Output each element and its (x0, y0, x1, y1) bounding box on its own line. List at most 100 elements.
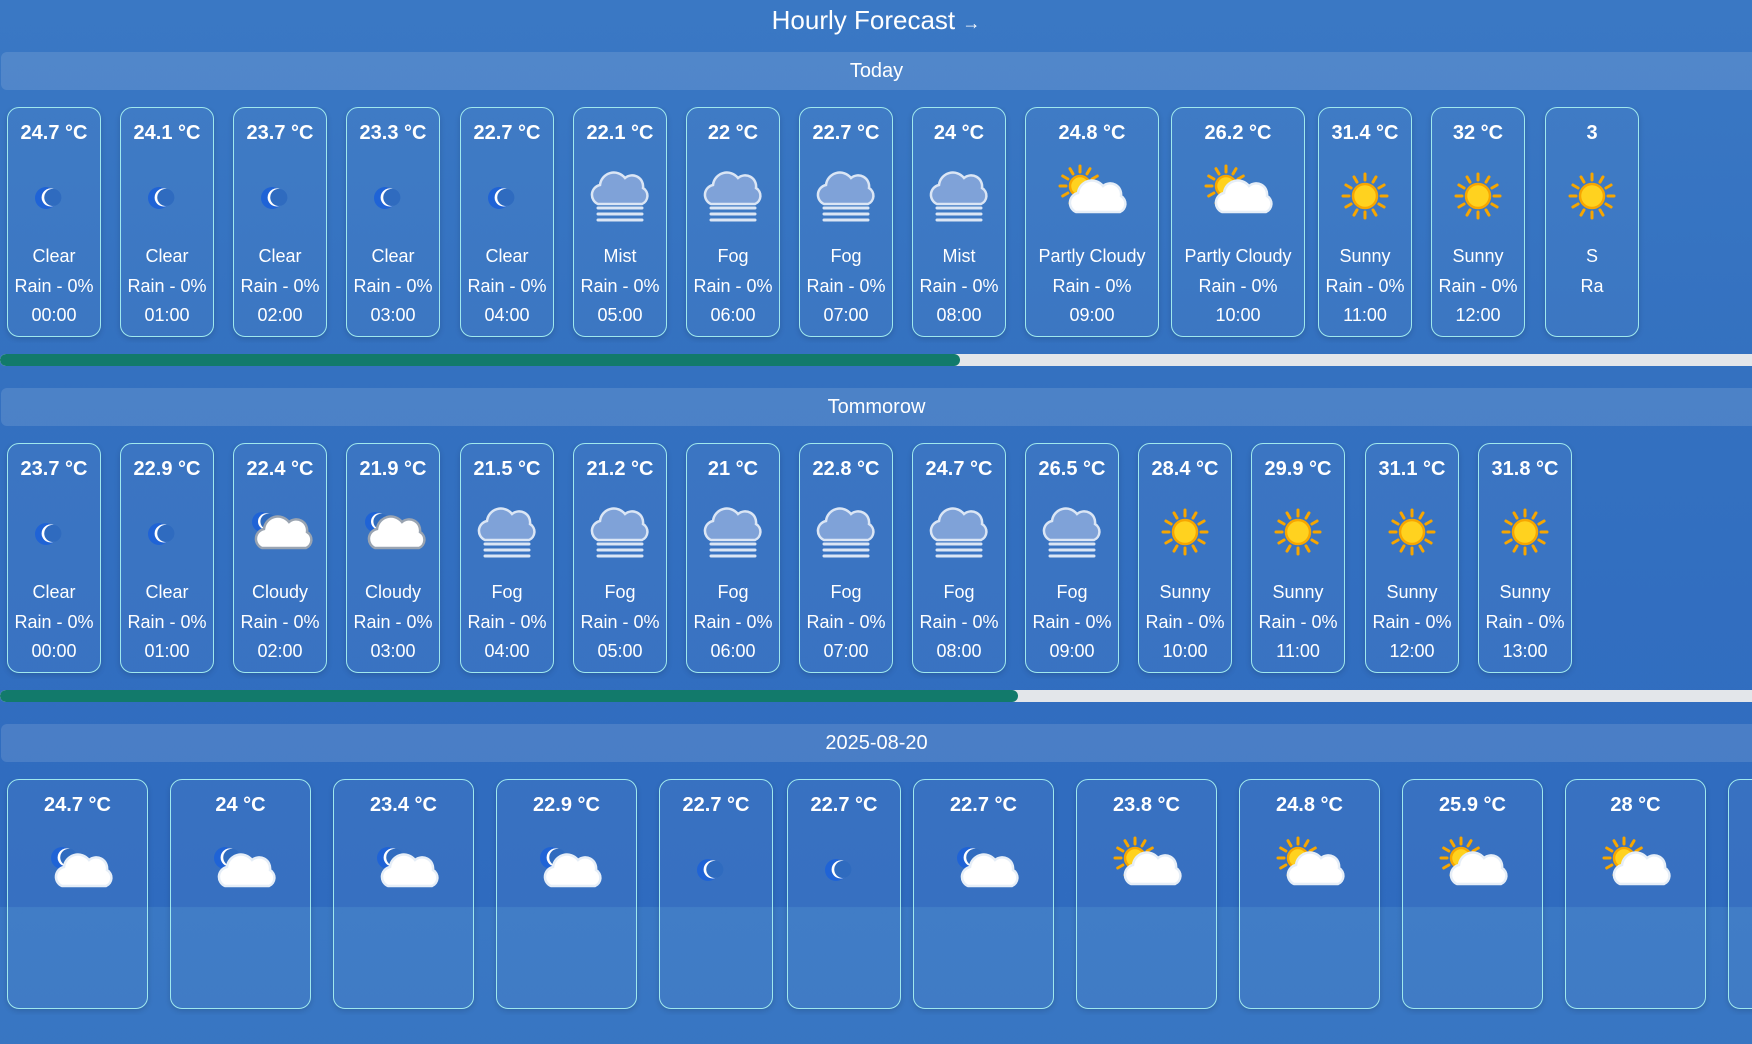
condition: Fog (604, 582, 636, 602)
hour-card[interactable]: 23.7 °C Clear Rain - 0% 00:00 (7, 443, 101, 673)
condition: Fog (943, 582, 975, 602)
hour-card[interactable]: 23.7 °C Clear Rain - 0% 02:00 (233, 107, 327, 337)
hour-card[interactable]: 22.7 °C (787, 779, 901, 1009)
icon-wrapper (695, 500, 771, 564)
hour-card[interactable]: 31.1 °C Sunny Rain - 0% 12:00 (1365, 443, 1459, 673)
hour-card[interactable]: 24.1 °C Clear Rain - 0% 01:00 (120, 107, 214, 337)
temperature: 21 °C (707, 458, 759, 480)
day-header: Tommorow (1, 388, 1752, 426)
moon-cloud-icon (956, 847, 1019, 888)
fog-icon (929, 171, 988, 222)
hour-card[interactable]: 26.2 °C Partly Cloudy Rain - 0% 10:00 (1171, 107, 1305, 337)
rain-chance: Rain - 0% (919, 276, 999, 296)
moon-cloud-icon (376, 847, 439, 888)
temperature: 24.1 °C (133, 122, 201, 144)
temperature: 24.7 °C (20, 122, 88, 144)
hour-card[interactable]: 28.4 °C Sunny Rain - 0% 10:00 (1138, 443, 1232, 673)
hour-card[interactable]: 26.5 °C Fog Rain - 0% 09:00 (1025, 443, 1119, 673)
condition: Sunny (1499, 582, 1551, 602)
sun-icon (1454, 172, 1502, 220)
hour-card[interactable]: 22 °C Fog Rain - 0% 06:00 (686, 107, 780, 337)
hour-card[interactable]: 24.8 °C Partly Cloudy Rain - 0% 09:00 (1025, 107, 1159, 337)
hour-card[interactable]: 21 °C Fog Rain - 0% 06:00 (686, 443, 780, 673)
hour-card[interactable]: 22.9 °C (496, 779, 637, 1009)
hour-card[interactable]: 21.5 °C Fog Rain - 0% 04:00 (460, 443, 554, 673)
hour-card[interactable]: 22.7 °C Fog Rain - 0% 07:00 (799, 107, 893, 337)
hour-card[interactable]: 23.4 °C (333, 779, 474, 1009)
temperature: 21.9 °C (359, 458, 427, 480)
hour-card[interactable]: 25.9 °C (1402, 779, 1543, 1009)
temperature: 25.9 °C (1439, 794, 1506, 816)
hour-time: 06:00 (710, 641, 756, 661)
page-title[interactable]: Hourly Forecast → (0, 0, 1752, 40)
temperature: 24.8 °C (1058, 122, 1126, 144)
hour-card[interactable]: 31.8 °C Sunny Rain - 0% 13:00 (1478, 443, 1572, 673)
hour-time: 07:00 (823, 641, 869, 661)
hour-card[interactable]: 31.4 °C Sunny Rain - 0% 11:00 (1318, 107, 1412, 337)
icon-wrapper (203, 836, 279, 900)
hour-card[interactable]: 23.8 °C (1076, 779, 1217, 1009)
icon-wrapper (529, 836, 605, 900)
temperature: 22.9 °C (133, 458, 201, 480)
hour-card[interactable]: 24 °C (170, 779, 311, 1009)
icon-wrapper (921, 500, 997, 564)
hour-card[interactable]: 21.9 °C Cloudy Rain - 0% 03:00 (346, 443, 440, 673)
hour-time: 02:00 (257, 305, 303, 325)
hourly-cards-row[interactable]: 24.7 °C 24 °C 23.4 °C 22.9 °C 22.7 °C 22… (0, 779, 1752, 1015)
hour-card[interactable]: 28 °C (1565, 779, 1706, 1009)
condition: Mist (942, 246, 976, 266)
icon-wrapper (1054, 164, 1130, 228)
hour-card[interactable]: 22.8 °C Fog Rain - 0% 07:00 (799, 443, 893, 673)
hour-card[interactable]: 24.7 °C (7, 779, 148, 1009)
condition: Partly Cloudy (1184, 246, 1292, 266)
hour-card[interactable]: 3 S Ra (1545, 107, 1639, 337)
temperature: 22.7 °C (812, 122, 880, 144)
hour-card[interactable]: 24.7 °C Clear Rain - 0% 00:00 (7, 107, 101, 337)
hour-time: 06:00 (710, 305, 756, 325)
icon-wrapper (1147, 500, 1223, 564)
hour-card[interactable]: 22.4 °C Cloudy Rain - 0% 02:00 (233, 443, 327, 673)
icon-wrapper (366, 836, 442, 900)
scroll-progress-fill (0, 690, 1018, 702)
rain-chance: Rain - 0% (240, 612, 320, 632)
hourly-cards-row[interactable]: 24.7 °C Clear Rain - 0% 00:00 24.1 °C Cl… (0, 107, 1752, 343)
hourly-cards-row[interactable]: 23.7 °C Clear Rain - 0% 00:00 22.9 °C Cl… (0, 443, 1752, 679)
icon-wrapper (1260, 500, 1336, 564)
hour-card[interactable] (1728, 779, 1752, 1009)
hour-card[interactable]: 22.7 °C Clear Rain - 0% 04:00 (460, 107, 554, 337)
hour-time: 08:00 (936, 305, 982, 325)
rain-chance: Rain - 0% (127, 612, 207, 632)
hour-card[interactable]: 22.9 °C Clear Rain - 0% 01:00 (120, 443, 214, 673)
moon-icon (35, 187, 62, 209)
condition: Cloudy (251, 582, 309, 602)
hour-card[interactable]: 29.9 °C Sunny Rain - 0% 11:00 (1251, 443, 1345, 673)
hour-card[interactable]: 24 °C Mist Rain - 0% 08:00 (912, 107, 1006, 337)
sun-icon (1501, 508, 1549, 556)
hour-card[interactable]: 22.7 °C (913, 779, 1054, 1009)
temperature: 26.2 °C (1204, 122, 1272, 144)
hour-card[interactable]: 22.7 °C (659, 779, 773, 1009)
rain-chance: Rain - 0% (467, 612, 547, 632)
moon-cloud-grey-icon (365, 512, 426, 550)
scroll-progress-bar[interactable] (0, 690, 1752, 702)
hour-card[interactable]: 32 °C Sunny Rain - 0% 12:00 (1431, 107, 1525, 337)
hour-card[interactable]: 21.2 °C Fog Rain - 0% 05:00 (573, 443, 667, 673)
rain-chance: Rain - 0% (467, 276, 547, 296)
moon-icon (148, 523, 175, 545)
rain-chance: Rain - 0% (1258, 612, 1338, 632)
hour-card[interactable]: 24.7 °C Fog Rain - 0% 08:00 (912, 443, 1006, 673)
scroll-progress-bar[interactable] (0, 354, 1752, 366)
condition: Fog (717, 582, 749, 602)
condition: Clear (32, 582, 76, 602)
fog-icon (703, 171, 762, 222)
hour-time: 11:00 (1343, 305, 1387, 325)
rain-chance: Rain - 0% (806, 276, 886, 296)
icon-wrapper (806, 836, 882, 900)
temperature: 31.8 °C (1491, 458, 1559, 480)
hour-card[interactable]: 22.1 °C Mist Rain - 0% 05:00 (573, 107, 667, 337)
hour-card[interactable]: 24.8 °C (1239, 779, 1380, 1009)
rain-chance: Rain - 0% (693, 276, 773, 296)
hour-card[interactable]: 23.3 °C Clear Rain - 0% 03:00 (346, 107, 440, 337)
condition: Fog (1056, 582, 1088, 602)
hour-time: 05:00 (597, 305, 643, 325)
